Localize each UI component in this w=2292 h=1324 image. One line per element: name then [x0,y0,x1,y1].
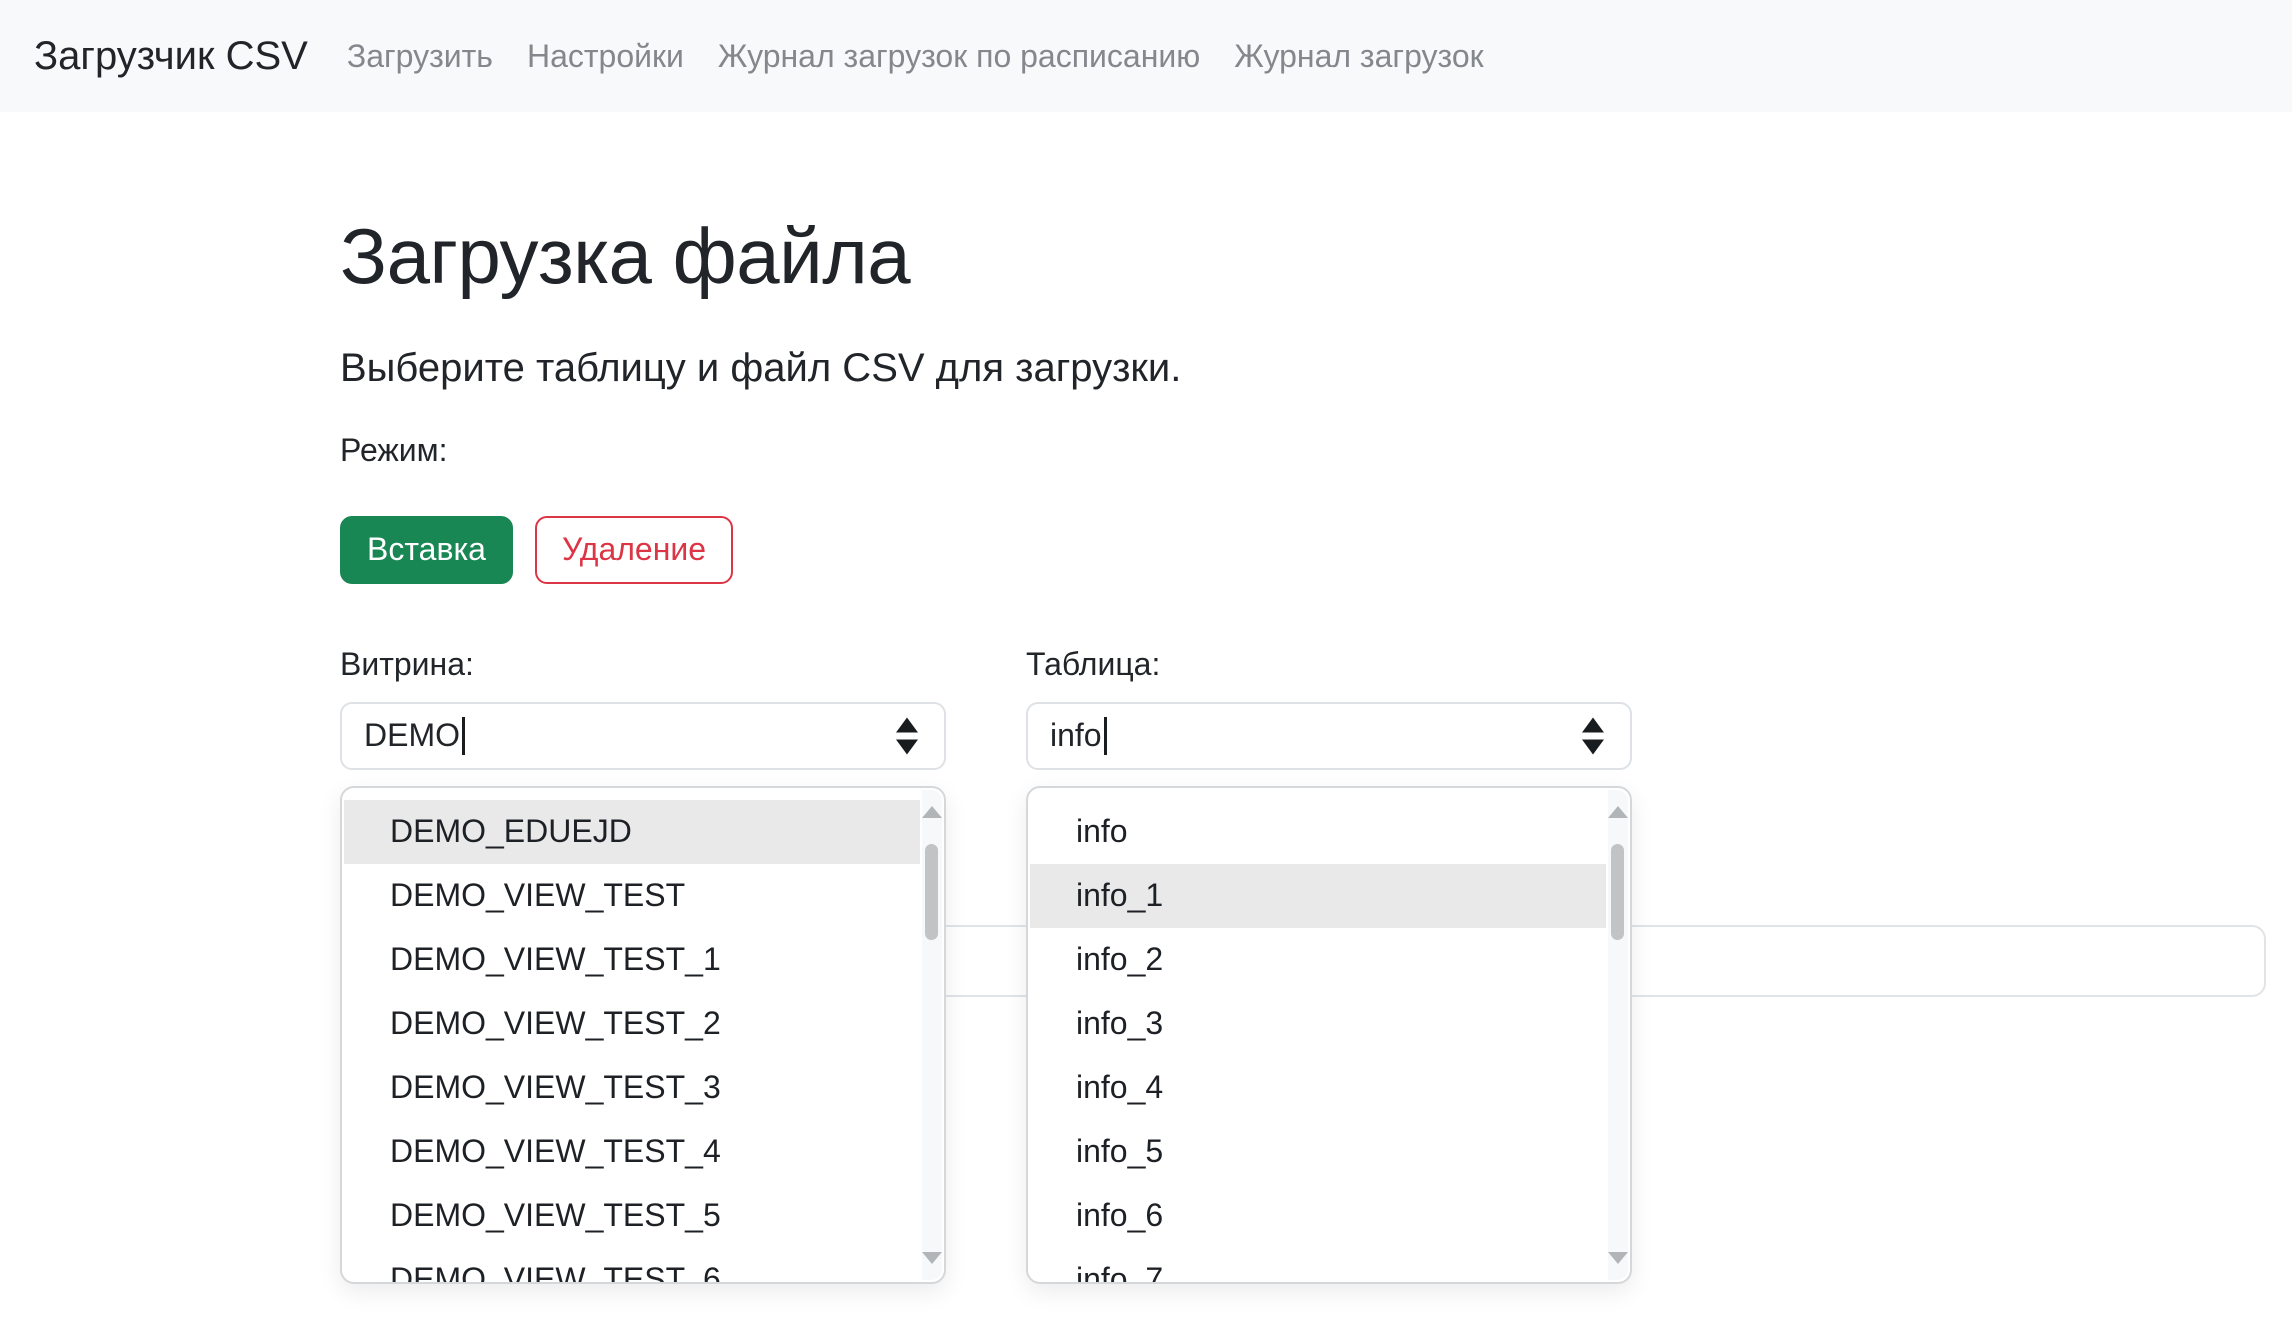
dropdown-option[interactable]: info_2 [1030,928,1606,992]
mode-buttons: Вставка Удаление [340,516,2266,584]
dropdown-option[interactable]: info_4 [1030,1056,1606,1120]
dropdown-option[interactable]: DEMO_VIEW_TEST_5 [344,1184,920,1248]
table-select[interactable]: info [1026,702,1632,770]
delete-mode-button[interactable]: Удаление [535,516,733,584]
table-select-value: info [1050,717,1102,754]
scroll-down-icon[interactable] [1608,1252,1628,1264]
dropdown-option[interactable]: DEMO_EDUEJD [344,800,920,864]
dropdown-option[interactable]: DEMO_VIEW_TEST [344,864,920,928]
table-label: Таблица: [1026,640,1632,688]
table-dropdown: infoinfo_1info_2info_3info_4info_5info_6… [1026,786,1632,1284]
table-dropdown-scrollbar[interactable] [1608,790,1628,1280]
dropdown-option[interactable]: info_3 [1030,992,1606,1056]
text-caret [462,717,465,755]
dropdown-option[interactable]: DEMO_VIEW_TEST_3 [344,1056,920,1120]
showcase-select[interactable]: DEMO [340,702,946,770]
dropdown-option[interactable]: DEMO_VIEW_TEST_1 [344,928,920,992]
scrollbar-thumb[interactable] [925,844,938,940]
insert-mode-button[interactable]: Вставка [340,516,513,584]
showcase-options-list: DEMO_EDUEJDDEMO_VIEW_TESTDEMO_VIEW_TEST_… [344,800,920,1284]
table-select-column: Таблица: info infoinfo_1info_2info_3info… [1026,640,1632,770]
navbar-brand[interactable]: Загрузчик CSV [34,34,308,79]
scrollbar-thumb[interactable] [1611,844,1624,940]
selects-row: Витрина: DEMO DEMO_EDUEJDDEMO_VIEW_TESTD… [340,640,2266,770]
dropdown-option[interactable]: info_1 [1030,864,1606,928]
scroll-up-icon[interactable] [922,806,942,818]
mode-label: Режим: [340,426,2266,474]
dropdown-option[interactable]: DEMO_VIEW_TEST_2 [344,992,920,1056]
dropdown-option[interactable]: DEMO_VIEW_TEST_6 [344,1248,920,1284]
dropdown-option[interactable]: info_7 [1030,1248,1606,1284]
scroll-down-icon[interactable] [922,1252,942,1264]
showcase-dropdown-scrollbar[interactable] [922,790,942,1280]
text-caret [1104,717,1107,755]
page-subtitle: Выберите таблицу и файл CSV для загрузки… [340,338,2266,398]
showcase-dropdown: DEMO_EDUEJDDEMO_VIEW_TESTDEMO_VIEW_TEST_… [340,786,946,1284]
select-spinner-icon [896,717,918,754]
select-spinner-icon [1582,717,1604,754]
dropdown-option[interactable]: info_5 [1030,1120,1606,1184]
dropdown-option[interactable]: info_6 [1030,1184,1606,1248]
table-options-list: infoinfo_1info_2info_3info_4info_5info_6… [1030,800,1606,1284]
showcase-select-value: DEMO [364,717,460,754]
scroll-up-icon[interactable] [1608,806,1628,818]
showcase-label: Витрина: [340,640,946,688]
main-content: Загрузка файла Выберите таблицу и файл C… [340,0,2266,770]
dropdown-option[interactable]: info [1030,800,1606,864]
dropdown-option[interactable]: DEMO_VIEW_TEST_4 [344,1120,920,1184]
page-title: Загрузка файла [340,212,2266,302]
showcase-select-column: Витрина: DEMO DEMO_EDUEJDDEMO_VIEW_TESTD… [340,640,946,770]
